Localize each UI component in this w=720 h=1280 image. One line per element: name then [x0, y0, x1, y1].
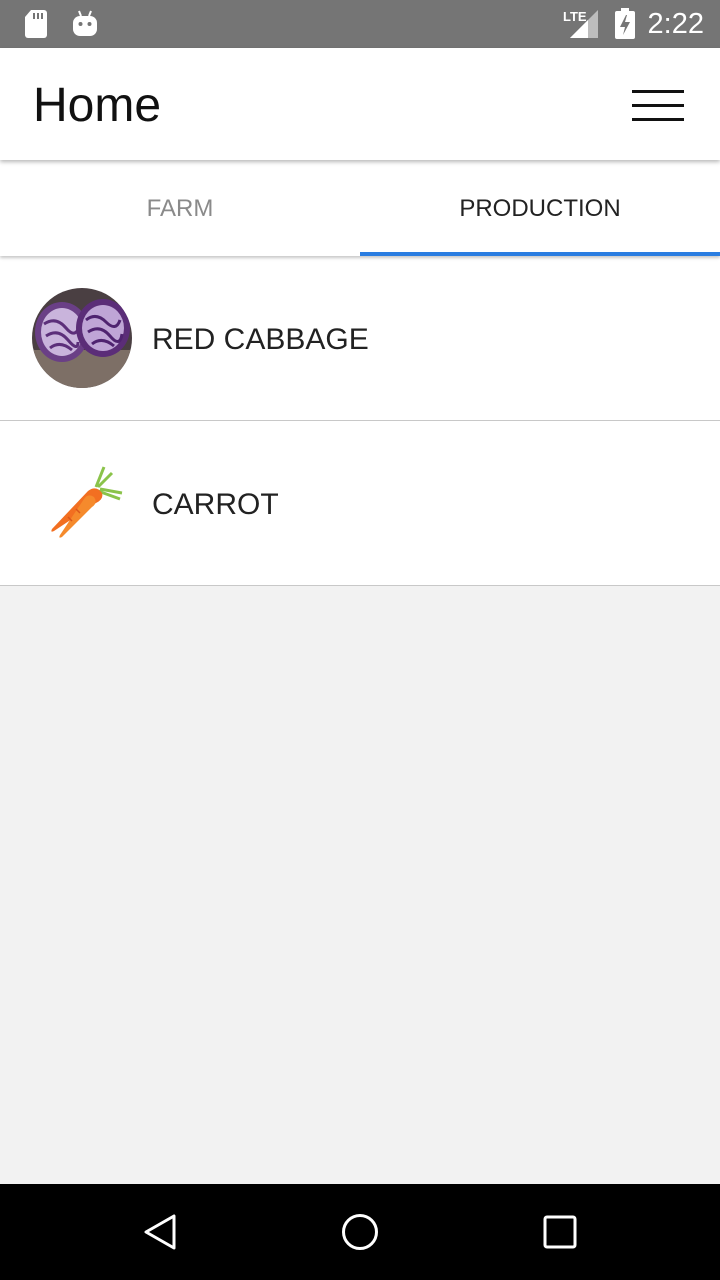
status-bar: LTE 2:22: [0, 0, 720, 48]
back-icon[interactable]: [140, 1212, 180, 1252]
red-cabbage-image: [32, 288, 132, 388]
list-item-label: CARROT: [152, 488, 279, 521]
recents-icon[interactable]: [540, 1212, 580, 1252]
battery-charging-icon: [615, 8, 635, 39]
status-time: 2:22: [647, 8, 704, 40]
list-item-label: RED CABBAGE: [152, 323, 369, 356]
production-list: RED CABBAGE CARROT: [0, 256, 720, 586]
tab-selected-indicator: [360, 252, 720, 256]
tab-bar: FARM PRODUCTION: [0, 160, 720, 256]
list-item[interactable]: CARROT: [0, 421, 720, 586]
lte-label: LTE: [563, 9, 587, 24]
android-icon: [73, 10, 97, 36]
app-bar: Home: [0, 48, 720, 160]
tab-farm[interactable]: FARM: [0, 160, 360, 256]
list-item[interactable]: RED CABBAGE: [0, 256, 720, 421]
carrot-image: [32, 453, 132, 553]
sd-card-icon: [25, 10, 47, 38]
lte-signal-icon: LTE: [563, 9, 598, 38]
hamburger-menu-icon[interactable]: [630, 88, 686, 122]
tab-production[interactable]: PRODUCTION: [360, 160, 720, 256]
home-icon[interactable]: [340, 1212, 380, 1252]
page-title: Home: [33, 79, 162, 132]
system-nav-bar: [0, 1184, 720, 1280]
